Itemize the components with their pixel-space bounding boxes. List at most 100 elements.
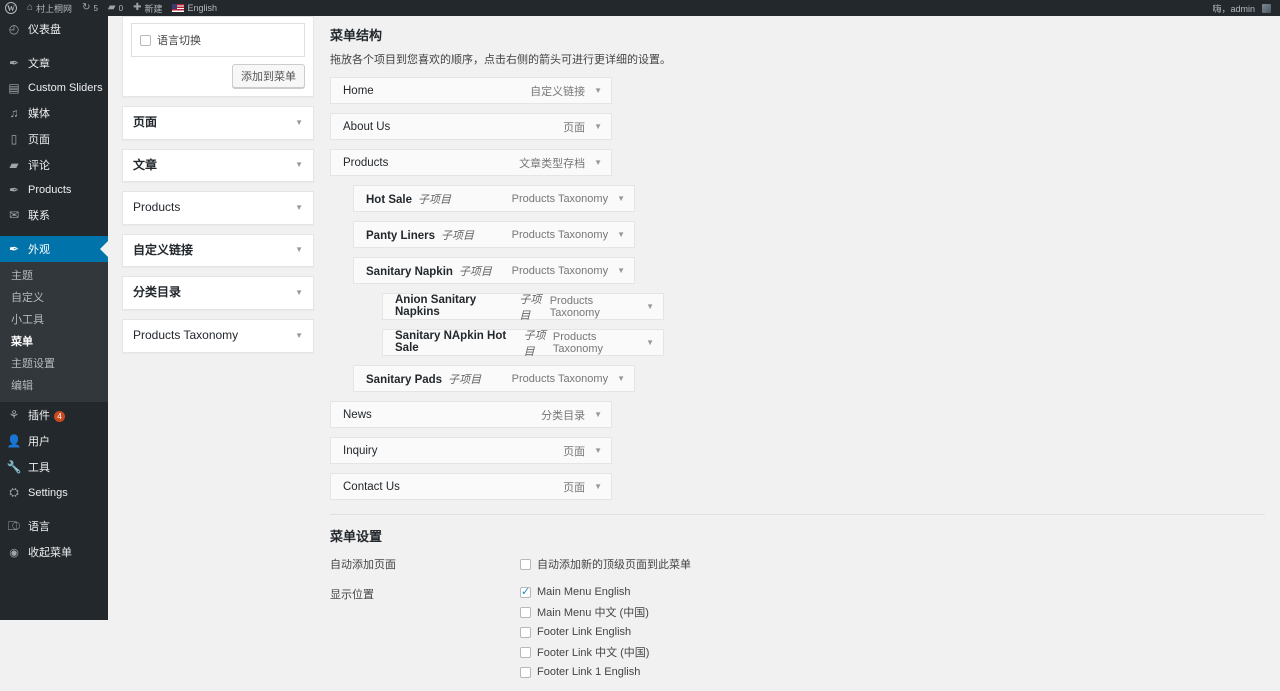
menu-item-meta: 页面 ▼ (563, 479, 611, 495)
account-menu-button[interactable]: 嗨，admin (1207, 0, 1276, 16)
accordion-products[interactable]: Products ▼ (122, 191, 314, 225)
display-location-option[interactable]: Footer Link English (520, 625, 1270, 639)
accordion-posts[interactable]: 文章 ▼ (122, 148, 314, 183)
menu-item-row[interactable]: News 分类目录 ▼ (330, 401, 612, 428)
menu-item-row[interactable]: Products 文章类型存档 ▼ (330, 149, 612, 176)
chevron-down-icon[interactable]: ▼ (594, 158, 602, 167)
accordion-products-taxonomy[interactable]: Products Taxonomy ▼ (122, 318, 314, 353)
chevron-down-icon[interactable]: ▼ (617, 194, 625, 203)
chevron-down-icon[interactable]: ▼ (594, 446, 602, 455)
sidebar-item-appearance[interactable]: ✒ 外观 (0, 236, 108, 262)
updates-button[interactable]: ↻ 5 (77, 0, 103, 16)
sidebar-item-dashboard[interactable]: ◴ 仪表盘 (0, 16, 108, 42)
collapse-menu-button[interactable]: ◉ 收起菜单 (0, 539, 108, 565)
display-location-option[interactable]: Main Menu 中文 (中国) (520, 603, 1270, 621)
menu-item-row[interactable]: Sanitary Napkin 子项目 Products Taxonomy ▼ (353, 257, 635, 284)
menu-item-row[interactable]: About Us 页面 ▼ (330, 113, 612, 140)
sidebar-item-posts[interactable]: ✒ 文章 (0, 50, 108, 76)
chevron-down-icon[interactable]: ▼ (295, 288, 303, 298)
chevron-down-icon[interactable]: ▼ (295, 203, 303, 213)
sidebar-item-tools[interactable]: 🔧 工具 (0, 454, 108, 480)
accordion-custom-links[interactable]: 自定义链接 ▼ (122, 233, 314, 268)
accordion-pages-header[interactable]: 页面 ▼ (123, 107, 313, 139)
display-location-option[interactable]: Main Menu English (520, 585, 1270, 599)
chevron-down-icon[interactable]: ▼ (594, 482, 602, 491)
sidebar-item-products[interactable]: ✒ Products (0, 178, 108, 202)
site-name-button[interactable]: ⌂ 村上桐网 (22, 0, 77, 16)
auto-add-pages-option[interactable]: 自动添加新的顶级页面到此菜单 (520, 555, 1270, 573)
chevron-down-icon[interactable]: ▼ (295, 160, 303, 170)
updates-icon: ↻ (82, 2, 91, 13)
display-location-checkbox[interactable] (520, 585, 531, 598)
language-switcher-option-row[interactable]: 语言切换 (140, 31, 296, 49)
display-location-checkbox[interactable] (520, 646, 531, 658)
chevron-down-icon[interactable]: ▼ (594, 86, 602, 95)
submenu-item-theme-settings[interactable]: 主题设置 (0, 352, 108, 374)
chevron-down-icon[interactable]: ▼ (617, 266, 625, 275)
chevron-down-icon[interactable]: ▼ (295, 245, 303, 255)
chevron-down-icon[interactable]: ▼ (594, 122, 602, 131)
menu-item-row[interactable]: Sanitary NApkin Hot Sale 子项目 Products Taxo… (382, 329, 664, 358)
sidebar-item-language[interactable]: ⎄ 语言 (0, 513, 108, 539)
menu-item-row[interactable]: Panty Liners 子项目 Products Taxonomy ▼ (353, 221, 635, 248)
display-location-checkbox[interactable] (520, 666, 531, 678)
menu-item-title: Panty Liners 子项目 (354, 227, 474, 243)
auto-add-pages-checkbox[interactable] (520, 558, 531, 570)
menu-item-row[interactable]: Hot Sale 子项目 Products Taxonomy ▼ (353, 185, 635, 212)
menu-item-row[interactable]: Home 自定义链接 ▼ (330, 77, 612, 104)
sidebar-item-contact[interactable]: ✉ 联系 (0, 202, 108, 228)
submenu-item-editor[interactable]: 编辑 (0, 374, 108, 396)
sidebar-item-users[interactable]: 👤 用户 (0, 428, 108, 454)
submenu-item-customize[interactable]: 自定义 (0, 286, 108, 308)
menu-item-name: Panty Liners (366, 229, 436, 242)
chevron-down-icon[interactable]: ▼ (295, 331, 303, 341)
sidebar-item-label: 文章 (28, 58, 50, 70)
updates-count: 5 (93, 3, 98, 13)
language-switcher-checkbox[interactable] (140, 34, 151, 46)
display-location-option[interactable]: Footer Link 中文 (中国) (520, 643, 1270, 661)
sidebar-item-custom-sliders[interactable]: ▤ Custom Sliders (0, 76, 108, 100)
sidebar-item-label: 语言 (28, 521, 50, 533)
menu-item-row[interactable]: Anion Sanitary Napkins 子项目 Products Taxono… (382, 293, 664, 322)
accordion-categories[interactable]: 分类目录 ▼ (122, 276, 314, 310)
wordpress-logo-icon: W (5, 2, 17, 14)
accordion-pages[interactable]: 页面 ▼ (122, 106, 314, 140)
sidebar-item-pages[interactable]: ▯ 页面 (0, 126, 108, 152)
sidebar-item-plugins[interactable]: ⚘ 插件 4 (0, 402, 108, 428)
sidebar-item-media[interactable]: ♫ 媒体 (0, 100, 108, 126)
menu-item-title: Sanitary Pads 子项目 (354, 371, 481, 387)
language-switch-button[interactable]: English (167, 0, 222, 16)
sidebar-item-label: 仪表盘 (28, 24, 61, 36)
menu-item-row[interactable]: Inquiry 页面 ▼ (330, 437, 612, 464)
sidebar-item-comments[interactable]: ▰ 评论 (0, 152, 108, 178)
comments-button[interactable]: ▰ 0 (103, 0, 128, 16)
wordpress-logo-button[interactable]: W (0, 0, 22, 16)
chevron-down-icon[interactable]: ▼ (617, 374, 625, 383)
chevron-down-icon[interactable]: ▼ (646, 338, 654, 347)
sidebar-item-label: 评论 (28, 160, 50, 172)
add-to-menu-button[interactable]: 添加到菜单 (232, 64, 305, 88)
menu-item-subitem-badge: 子项目 (519, 293, 542, 322)
accordion-products-taxonomy-header[interactable]: Products Taxonomy ▼ (123, 320, 313, 352)
menu-item-name: Inquiry (343, 444, 378, 457)
new-content-button[interactable]: ✚ 新建 (128, 0, 167, 16)
accordion-products-header[interactable]: Products ▼ (123, 192, 313, 224)
menu-item-row[interactable]: Contact Us 页面 ▼ (330, 473, 612, 500)
submenu-item-widgets[interactable]: 小工具 (0, 308, 108, 330)
menu-item-name: Products (343, 156, 389, 169)
chevron-down-icon[interactable]: ▼ (646, 302, 654, 311)
submenu-item-menus[interactable]: 菜单 (0, 330, 108, 352)
display-location-checkbox[interactable] (520, 626, 531, 638)
display-location-option[interactable]: Footer Link 1 English (520, 665, 1270, 679)
chevron-down-icon[interactable]: ▼ (594, 410, 602, 419)
accordion-categories-header[interactable]: 分类目录 ▼ (123, 277, 313, 309)
menu-item-row[interactable]: Sanitary Pads 子项目 Products Taxonomy ▼ (353, 365, 635, 392)
sidebar-item-settings[interactable]: ⛭ Settings (0, 480, 108, 505)
chevron-down-icon[interactable]: ▼ (617, 230, 625, 239)
display-location-checkbox[interactable] (520, 606, 531, 618)
accordion-custom-links-header[interactable]: 自定义链接 ▼ (123, 235, 313, 267)
submenu-item-themes[interactable]: 主题 (0, 264, 108, 286)
accordion-posts-header[interactable]: 文章 ▼ (123, 150, 313, 182)
chevron-down-icon[interactable]: ▼ (295, 118, 303, 128)
accordion-custom-links-label: 自定义链接 (133, 242, 194, 257)
